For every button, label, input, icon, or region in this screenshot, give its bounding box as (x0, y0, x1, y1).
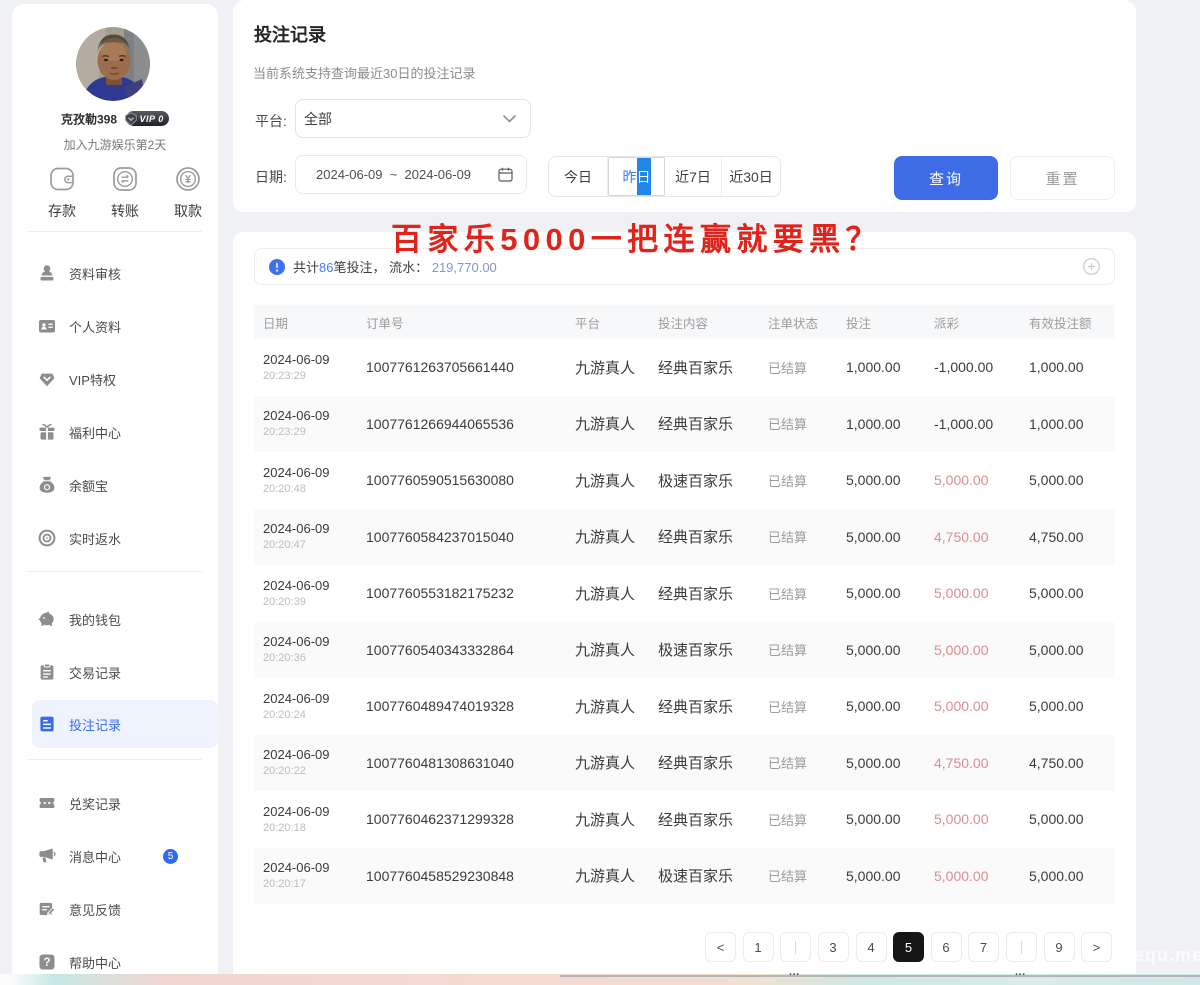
svg-text:?: ? (43, 957, 50, 969)
